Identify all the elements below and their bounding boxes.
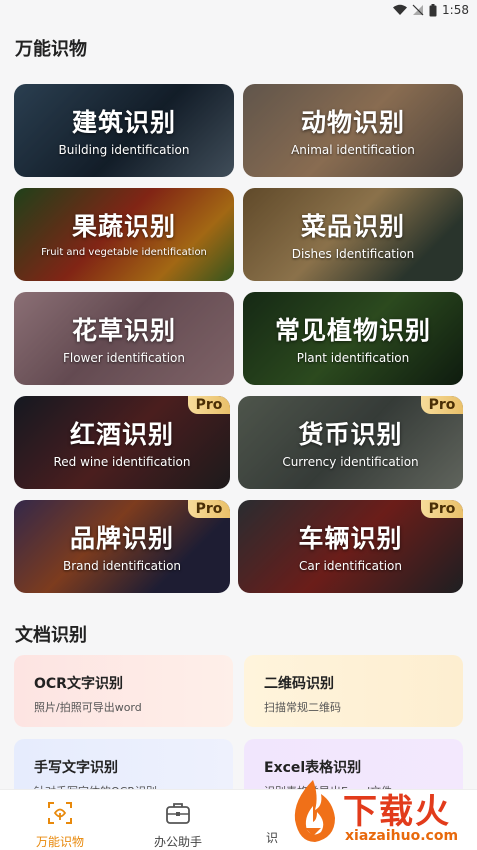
tab-label: 万能识物 <box>35 835 84 849</box>
clock-time: 1:58 <box>442 3 469 17</box>
card-subtitle: Car identification <box>299 559 402 573</box>
card-animal[interactable]: 动物识别 Animal identification <box>243 84 463 177</box>
card-flower[interactable]: 花草识别 Flower identification <box>14 292 234 385</box>
card-subtitle: Red wine identification <box>53 455 191 469</box>
card-currency[interactable]: Pro 货币识别 Currency identification <box>238 396 463 489</box>
pro-badge: Pro <box>188 396 230 414</box>
card-car[interactable]: Pro 车辆识别 Car identification <box>238 500 463 593</box>
card-title: 货币识别 <box>298 420 403 449</box>
card-subtitle: Plant identification <box>296 351 410 365</box>
doc-title: OCR文字识别 <box>34 676 123 692</box>
card-title: 品牌识别 <box>69 524 174 553</box>
card-subtitle: Animal identification <box>291 143 415 157</box>
card-title: 花草识别 <box>71 316 176 345</box>
card-title: 菜品识别 <box>300 212 405 241</box>
pro-badge: Pro <box>421 396 463 414</box>
card-subtitle: Dishes Identification <box>291 247 415 261</box>
card-subtitle: Brand identification <box>62 559 182 573</box>
card-subtitle: Flower identification <box>63 351 185 365</box>
card-red-wine[interactable]: Pro 红酒识别 Red wine identification <box>14 396 230 489</box>
card-building[interactable]: 建筑识别 Building identification <box>14 84 234 177</box>
card-title: 红酒识别 <box>69 420 174 449</box>
section-title-things: 万能识物 <box>15 39 87 60</box>
tab-office-assistant[interactable]: 办公助手 <box>133 790 223 850</box>
card-plant[interactable]: 常见植物识别 Plant identification <box>243 292 463 385</box>
watermark-text: 下载火 <box>343 792 451 832</box>
pro-badge: Pro <box>421 500 463 518</box>
doc-ocr[interactable]: OCR文字识别 照片/拍照可导出word <box>14 655 233 727</box>
doc-title: 手写文字识别 <box>34 760 118 776</box>
status-icons: 1:58 <box>393 3 469 17</box>
briefcase-icon <box>166 803 190 824</box>
card-subtitle: Currency identification <box>282 455 419 469</box>
battery-icon <box>429 3 437 16</box>
status-bar: 1:58 <box>0 0 477 22</box>
scan-recognize-icon <box>48 802 72 824</box>
section-title-docs: 文档识别 <box>15 625 87 646</box>
doc-qrcode[interactable]: 二维码识别 扫描常规二维码 <box>244 655 463 727</box>
doc-title: 二维码识别 <box>264 676 334 692</box>
flame-logo-icon <box>294 780 335 842</box>
card-subtitle: Fruit and vegetable identification <box>41 247 207 258</box>
tab-universal-recognition[interactable]: 万能识物 <box>15 790 105 850</box>
card-brand[interactable]: Pro 品牌识别 Brand identification <box>14 500 230 593</box>
card-title: 常见植物识别 <box>274 316 431 345</box>
doc-subtitle: 扫描常规二维码 <box>264 701 341 714</box>
card-fruit-vegetable[interactable]: 果蔬识别 Fruit and vegetable identification <box>14 188 234 281</box>
watermark: 下载火 xiazaihuo.com <box>283 770 473 849</box>
tab-label: 办公助手 <box>153 835 202 849</box>
wifi-icon <box>393 4 408 15</box>
card-title: 果蔬识别 <box>71 212 176 241</box>
card-title: 建筑识别 <box>71 108 176 137</box>
card-title: 动物识别 <box>300 108 405 137</box>
card-dishes[interactable]: 菜品识别 Dishes Identification <box>243 188 463 281</box>
doc-subtitle: 照片/拍照可导出word <box>34 701 142 714</box>
card-title: 车辆识别 <box>298 524 403 553</box>
signal-icon <box>412 4 424 16</box>
card-subtitle: Building identification <box>58 143 190 157</box>
pro-badge: Pro <box>188 500 230 518</box>
watermark-subtext: xiazaihuo.com <box>345 828 459 844</box>
